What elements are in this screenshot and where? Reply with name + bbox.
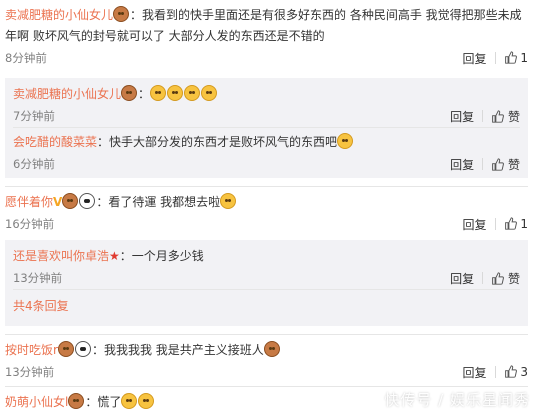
comment-actions: 回复 3 <box>463 364 528 381</box>
watermark: 快传号 / 娱乐星闻秀 <box>384 391 530 409</box>
reply-button[interactable]: 回复 <box>463 216 487 233</box>
reply-button[interactable]: 回复 <box>463 364 487 381</box>
reply-actions: 回复 赞 <box>450 108 520 125</box>
reply-button[interactable]: 回复 <box>463 50 487 67</box>
like-count: 1 <box>520 51 528 65</box>
comment-meta: 13分钟前 回复 3 <box>5 361 528 383</box>
dog-emoji-icon <box>263 341 280 357</box>
vip-badge-icon <box>62 193 79 209</box>
cat-emoji-icon <box>150 85 167 101</box>
thumbs-up-icon <box>504 217 517 230</box>
comment-2: 愿伴着你V ：看了待運 我都想去啦 16分钟前 回复 1 <box>5 192 528 235</box>
comment-username[interactable]: 按时吃饭r <box>5 343 58 357</box>
comment-username[interactable]: 愿伴着你 <box>5 195 53 209</box>
comment-content: ：我我我我 我是共产主义接班人 <box>91 343 264 357</box>
comment-content: ：慌了 <box>85 395 122 409</box>
comment-content: ：我看到的快手里面还是有很多好东西的 各种民间高手 我觉得把那些未成 <box>130 8 522 22</box>
reply-item: 卖减肥糖的小仙女儿 ： 7分钟前 回复 赞 <box>5 78 528 127</box>
vip-badge-icon <box>68 393 85 409</box>
reply-meta: 7分钟前 回复 赞 <box>13 105 520 127</box>
comment-1: 卖减肥糖的小仙女儿 ：我看到的快手里面还是有很多好东西的 各种民间高手 我觉得把那… <box>5 5 528 69</box>
comment-divider <box>5 386 528 387</box>
separator <box>482 158 484 170</box>
reply-actions: 回复 赞 <box>450 270 520 287</box>
cat-emoji-icon <box>201 85 218 101</box>
comment-1-text-line-2: 年啊 败坏风气的封号就可以了 大部分人发的东西还是不错的 <box>5 29 325 43</box>
reply-button[interactable]: 回复 <box>450 108 474 125</box>
thumbs-up-icon <box>492 271 505 285</box>
thumbs-up-icon <box>492 109 505 123</box>
reply-time: 6分钟前 <box>13 157 55 171</box>
vip-badge-icon <box>113 6 130 22</box>
reply-button[interactable]: 回复 <box>450 156 474 173</box>
reply-content: ：一个月多少钱 <box>119 249 204 263</box>
like-button[interactable]: 赞 <box>491 270 520 287</box>
reply-item: 会吃醋的酸菜菜：快手大部分发的东西才是败坏风气的东西吧 6分钟前 回复 赞 <box>5 128 528 175</box>
reply-meta: 6分钟前 回复 赞 <box>13 153 520 175</box>
comment-username[interactable]: 奶萌小仙女l <box>5 395 68 409</box>
comment-time: 8分钟前 <box>5 51 47 65</box>
reply-actions: 回复 赞 <box>450 156 520 173</box>
comment-actions: 回复 1 <box>463 50 528 67</box>
separator <box>494 218 496 230</box>
like-button[interactable]: 赞 <box>491 156 520 173</box>
comment-3-text: 按时吃饭r ：我我我我 我是共产主义接班人 <box>5 340 528 361</box>
panda-emoji-icon <box>74 341 91 357</box>
comment-content: ：看了待運 我都想去啦 <box>96 195 221 209</box>
verified-v-icon: V <box>53 195 63 209</box>
reply-box-2: 还是喜欢叫你卓浩★：一个月多少钱 13分钟前 回复 赞 共4条回复 <box>5 240 528 326</box>
separator <box>494 366 496 378</box>
like-count: 3 <box>520 365 528 379</box>
comment-meta: 8分钟前 回复 1 <box>5 47 528 69</box>
comment-2-text: 愿伴着你V ：看了待運 我都想去啦 <box>5 192 528 213</box>
cat-emoji-icon <box>121 393 138 409</box>
reply-button[interactable]: 回复 <box>450 270 474 287</box>
reply-time: 7分钟前 <box>13 109 55 123</box>
comment-divider <box>5 334 528 335</box>
like-button[interactable]: 3 <box>504 365 528 379</box>
cat-emoji-icon <box>184 85 201 101</box>
like-button[interactable]: 赞 <box>491 108 520 125</box>
comment-divider <box>5 186 528 187</box>
comment-1-text-line-1: 卖减肥糖的小仙女儿 ：我看到的快手里面还是有很多好东西的 各种民间高手 我觉得把那… <box>5 5 528 26</box>
reply-meta: 13分钟前 回复 赞 <box>13 267 520 289</box>
sweat-emoji-icon <box>337 133 354 149</box>
more-replies-link[interactable]: 共4条回复 <box>5 290 528 322</box>
reply-box-1: 卖减肥糖的小仙女儿 ： 7分钟前 回复 赞 会吃醋的酸菜菜：快手大部分发的东西才是… <box>5 78 528 178</box>
thumbs-up-icon <box>492 157 505 171</box>
separator <box>482 272 484 284</box>
like-label: 赞 <box>507 157 520 172</box>
comment-time: 13分钟前 <box>5 365 55 379</box>
comment-username[interactable]: 卖减肥糖的小仙女儿 <box>5 8 113 22</box>
reply-content: ： <box>138 87 151 101</box>
comment-meta: 16分钟前 回复 1 <box>5 213 528 235</box>
like-button[interactable]: 1 <box>504 217 528 231</box>
comment-time: 16分钟前 <box>5 217 55 231</box>
vip-badge-icon <box>121 85 138 101</box>
reply-item: 还是喜欢叫你卓浩★：一个月多少钱 13分钟前 回复 赞 <box>5 240 528 289</box>
like-label: 赞 <box>507 109 520 124</box>
reply-content: ：快手大部分发的东西才是败坏风气的东西吧 <box>97 135 338 149</box>
reply-username[interactable]: 会吃醋的酸菜菜 <box>13 135 97 149</box>
thumbs-up-icon <box>504 51 517 64</box>
thumbs-up-icon <box>504 365 517 378</box>
vip-badge-icon <box>57 341 74 357</box>
reply-username[interactable]: 还是喜欢叫你卓浩 <box>13 249 109 263</box>
cat-emoji-icon <box>167 85 184 101</box>
reply-username[interactable]: 卖减肥糖的小仙女儿 <box>13 87 121 101</box>
reply-time: 13分钟前 <box>13 271 63 285</box>
cat-emoji-icon <box>220 193 237 209</box>
separator <box>494 52 496 64</box>
star-icon: ★ <box>109 249 120 263</box>
cat-emoji-icon <box>138 393 155 409</box>
comment-actions: 回复 1 <box>463 216 528 233</box>
comment-3: 按时吃饭r ：我我我我 我是共产主义接班人 13分钟前 回复 3 <box>5 340 528 383</box>
panda-emoji-icon <box>79 193 96 209</box>
separator <box>482 110 484 122</box>
like-label: 赞 <box>507 271 520 286</box>
like-count: 1 <box>520 217 528 231</box>
like-button[interactable]: 1 <box>504 51 528 65</box>
